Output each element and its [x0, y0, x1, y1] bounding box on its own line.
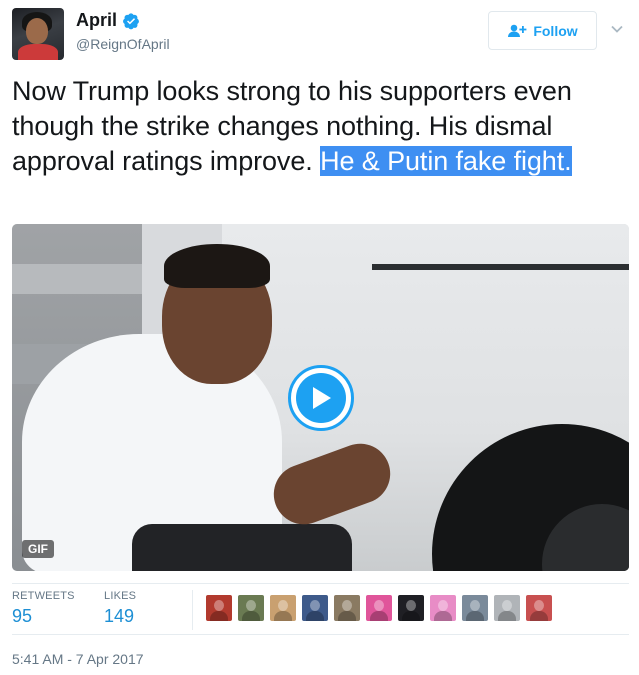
- liker-avatar[interactable]: [270, 595, 296, 621]
- likers-avatars: [206, 595, 558, 621]
- follow-button-label: Follow: [533, 22, 578, 39]
- liker-avatar[interactable]: [206, 595, 232, 621]
- tweet-stats: RETWEETS 95 LIKES 149: [12, 583, 629, 635]
- retweets-count[interactable]: 95: [12, 606, 75, 627]
- author-handle[interactable]: @ReignOfApril: [76, 36, 170, 52]
- play-icon: [313, 387, 331, 409]
- chevron-down-icon[interactable]: [609, 21, 625, 37]
- author-name[interactable]: April: [76, 10, 117, 31]
- liker-avatar[interactable]: [462, 595, 488, 621]
- follow-button[interactable]: Follow: [488, 11, 597, 50]
- liker-avatar[interactable]: [494, 595, 520, 621]
- retweets-label: RETWEETS: [12, 590, 75, 602]
- gif-badge: GIF: [22, 540, 54, 558]
- gif-media[interactable]: GIF: [12, 224, 629, 571]
- tweet-timestamp[interactable]: 5:41 AM - 7 Apr 2017: [12, 651, 144, 667]
- likes-label: LIKES: [104, 590, 137, 602]
- liker-avatar[interactable]: [526, 595, 552, 621]
- liker-avatar[interactable]: [366, 595, 392, 621]
- tweet-text: Now Trump looks strong to his supporters…: [12, 74, 627, 179]
- likes-count[interactable]: 149: [104, 606, 136, 627]
- retweets-stat[interactable]: RETWEETS 95: [12, 590, 75, 627]
- liker-avatar[interactable]: [398, 595, 424, 621]
- liker-avatar[interactable]: [302, 595, 328, 621]
- tweet-header: April @ReignOfApril Follow: [12, 8, 627, 62]
- verified-badge-icon: [122, 12, 140, 30]
- tweet-text-highlighted: He & Putin fake fight.: [320, 146, 572, 176]
- stats-divider: [192, 590, 193, 630]
- author-name-row[interactable]: April: [76, 10, 140, 31]
- add-user-icon: [508, 24, 527, 37]
- media-person-pants: [132, 524, 352, 571]
- likes-stat[interactable]: LIKES 149: [104, 590, 136, 627]
- liker-avatar[interactable]: [430, 595, 456, 621]
- liker-avatar[interactable]: [238, 595, 264, 621]
- media-person-hair: [164, 244, 270, 288]
- author-avatar[interactable]: [12, 8, 64, 60]
- play-button[interactable]: [288, 365, 354, 431]
- liker-avatar[interactable]: [334, 595, 360, 621]
